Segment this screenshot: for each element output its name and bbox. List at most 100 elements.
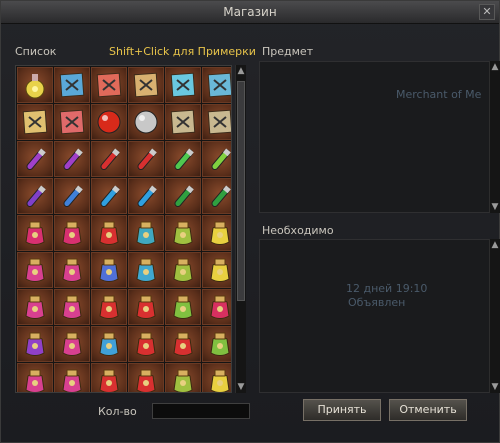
item-detail-scrollbar[interactable]: ▲ ▼ [489, 61, 500, 213]
ghost-sub: Объявлен [348, 296, 406, 309]
item-slot[interactable] [91, 289, 127, 325]
item-slot[interactable] [202, 141, 231, 177]
jar-icon [173, 295, 193, 319]
item-slot[interactable] [165, 178, 201, 214]
item-slot[interactable] [17, 178, 53, 214]
required-scrollbar[interactable]: ▲ ▼ [489, 239, 500, 393]
jar-icon [210, 258, 230, 282]
item-slot[interactable] [128, 252, 164, 288]
item-slot[interactable] [128, 215, 164, 251]
item-slot[interactable] [54, 141, 90, 177]
item-slot[interactable] [128, 289, 164, 325]
item-slot[interactable] [202, 178, 231, 214]
close-icon[interactable]: ✕ [479, 4, 495, 20]
jar-icon [25, 258, 45, 282]
scroll-icon [207, 72, 231, 98]
item-slot[interactable] [91, 326, 127, 362]
item-slot[interactable] [165, 289, 201, 325]
item-slot[interactable] [165, 104, 201, 140]
jar-icon [99, 369, 119, 392]
try-on-hint: Shift+Click для Примерки [109, 45, 256, 58]
item-slot[interactable] [91, 215, 127, 251]
item-slot[interactable] [202, 104, 231, 140]
item-slot[interactable] [17, 252, 53, 288]
item-slot[interactable] [54, 326, 90, 362]
item-slot[interactable] [17, 67, 53, 103]
jar-icon [173, 332, 193, 356]
item-slot[interactable] [17, 141, 53, 177]
item-slot[interactable] [202, 215, 231, 251]
item-slot[interactable] [128, 141, 164, 177]
scroll-up-icon[interactable]: ▲ [490, 239, 500, 251]
item-list [15, 65, 232, 393]
item-slot[interactable] [54, 215, 90, 251]
item-slot[interactable] [202, 289, 231, 325]
jar-icon [136, 258, 156, 282]
silver-orb-icon [134, 110, 158, 134]
item-slot[interactable] [91, 141, 127, 177]
item-slot[interactable] [165, 252, 201, 288]
item-slot[interactable] [128, 104, 164, 140]
cancel-button[interactable]: Отменить [389, 399, 467, 421]
quantity-input[interactable] [152, 403, 250, 419]
item-slot[interactable] [17, 326, 53, 362]
item-slot[interactable] [202, 326, 231, 362]
scroll-down-icon[interactable]: ▼ [490, 381, 500, 393]
item-slot[interactable] [54, 289, 90, 325]
item-slot[interactable] [165, 215, 201, 251]
scroll-up-icon[interactable]: ▲ [490, 61, 500, 73]
item-slot[interactable] [128, 67, 164, 103]
scroll-icon [133, 72, 159, 98]
item-slot[interactable] [165, 326, 201, 362]
scroll-icon [22, 109, 48, 135]
item-slot[interactable] [91, 252, 127, 288]
jar-icon [25, 221, 45, 245]
item-slot[interactable] [91, 104, 127, 140]
jar-icon [173, 258, 193, 282]
item-slot[interactable] [17, 215, 53, 251]
item-list-scrollbar[interactable]: ▲ ▼ [235, 65, 246, 393]
scroll-up-icon[interactable]: ▲ [236, 65, 246, 77]
potion-vial-icon [26, 148, 46, 171]
item-slot[interactable] [91, 363, 127, 392]
item-slot[interactable] [54, 178, 90, 214]
item-detail-panel: Merchant of Me [259, 61, 499, 213]
required-label: Необходимо [262, 224, 334, 237]
item-slot[interactable] [54, 363, 90, 392]
potion-vial-icon [211, 148, 231, 171]
jar-icon [62, 332, 82, 356]
quantity-label: Кол-во [98, 405, 137, 418]
item-slot[interactable] [54, 252, 90, 288]
title-bar[interactable]: Магазин ✕ [1, 1, 499, 24]
item-slot[interactable] [165, 67, 201, 103]
item-slot[interactable] [54, 67, 90, 103]
item-slot[interactable] [165, 141, 201, 177]
item-slot[interactable] [202, 363, 231, 392]
potion-vial-icon [26, 185, 46, 208]
jar-icon [210, 332, 230, 356]
item-slot[interactable] [202, 252, 231, 288]
item-slot[interactable] [128, 178, 164, 214]
item-slot[interactable] [165, 363, 201, 392]
jar-icon [136, 332, 156, 356]
item-slot[interactable] [128, 363, 164, 392]
jar-icon [173, 221, 193, 245]
potion-vial-icon [63, 185, 83, 208]
item-slot[interactable] [128, 326, 164, 362]
scroll-icon [207, 109, 231, 135]
potion-vial-icon [211, 185, 231, 208]
item-slot[interactable] [17, 104, 53, 140]
item-slot[interactable] [17, 363, 53, 392]
required-panel: 12 дней 19:10 Объявлен [259, 239, 499, 393]
shop-window: Магазин ✕ Список Shift+Click для Примерк… [0, 0, 500, 443]
potion-vial-icon [100, 148, 120, 171]
accept-button[interactable]: Принять [303, 399, 381, 421]
scroll-thumb[interactable] [237, 81, 245, 301]
item-slot[interactable] [91, 178, 127, 214]
item-slot[interactable] [54, 104, 90, 140]
item-slot[interactable] [91, 67, 127, 103]
item-slot[interactable] [17, 289, 53, 325]
scroll-down-icon[interactable]: ▼ [236, 381, 246, 393]
item-slot[interactable] [202, 67, 231, 103]
scroll-down-icon[interactable]: ▼ [490, 201, 500, 213]
